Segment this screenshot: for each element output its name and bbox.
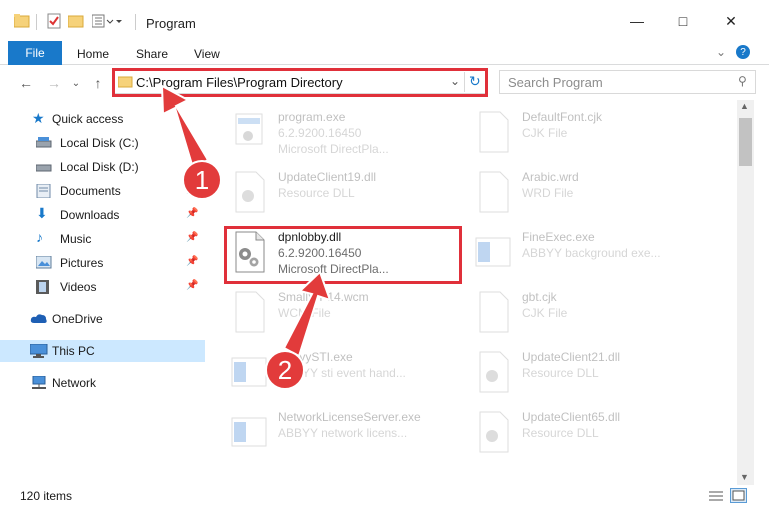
arrow-to-file bbox=[282, 270, 332, 358]
step-badge-1: 1 bbox=[182, 160, 222, 200]
callout-arrows bbox=[160, 84, 332, 358]
step-badge-2: 2 bbox=[265, 350, 305, 390]
arrow-to-address-bar bbox=[160, 84, 210, 170]
